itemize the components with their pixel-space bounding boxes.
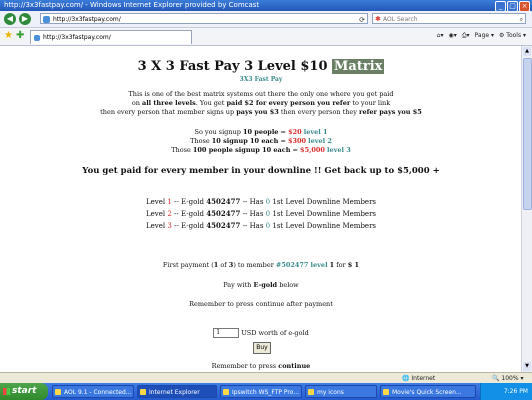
search-placeholder: AOL Search: [383, 16, 418, 23]
pay-with-line: Pay with E-gold below: [223, 281, 299, 289]
command-bar: ⌂▾ ◉▾ ⎙▾ Page ▾ ⚙ Tools ▾: [437, 31, 526, 41]
system-tray: 7:26 PM: [480, 383, 532, 400]
start-button[interactable]: start: [0, 383, 48, 400]
forward-button[interactable]: ▶: [19, 13, 31, 25]
address-toolbar: ◀ ▶ http://3x3fastpay.com/ ⟳ ✱ AOL Searc…: [0, 11, 532, 28]
movie-icon: [383, 389, 389, 395]
buy-button[interactable]: Buy: [253, 342, 271, 354]
taskbar-item-ie[interactable]: Internet Explorer: [137, 385, 217, 398]
windows-flag-icon: [3, 388, 10, 395]
search-input[interactable]: ✱ AOL Search ⌕: [372, 13, 526, 24]
taskbar-item-ftp[interactable]: Ipswitch WS_FTP Pro...: [220, 385, 302, 398]
ie-page-icon: [43, 16, 50, 23]
tab-toolbar: ★ ✚ http://3x3fastpay.com/ ⌂▾ ◉▾ ⎙▾ Page…: [0, 28, 532, 46]
scroll-down-icon[interactable]: ▼: [523, 362, 531, 371]
favorites-star-icon[interactable]: ★: [4, 31, 13, 41]
address-bar[interactable]: http://3x3fastpay.com/ ⟳: [40, 13, 368, 24]
taskbar: start AOL 9.1 - Connected... Internet Ex…: [0, 383, 532, 400]
intro-line-3: then every person that member signs up p…: [100, 108, 422, 116]
print-icon[interactable]: ⎙▾: [462, 31, 470, 41]
intro-line-2: on all three levels. You get paid $2 for…: [131, 99, 391, 107]
level-row-2: Level 2 -- E-gold 4502477 -- Has 0 1st L…: [145, 209, 377, 218]
amount-input[interactable]: 1: [213, 328, 240, 338]
page-menu[interactable]: Page ▾: [475, 31, 494, 41]
back-button[interactable]: ◀: [4, 13, 16, 25]
window-title: http://3x3fastpay.com/ - Windows Interne…: [4, 1, 260, 9]
tools-menu[interactable]: ⚙ Tools ▾: [499, 31, 526, 41]
refresh-icon[interactable]: ⟳: [359, 15, 365, 26]
signup-line-2: Those 10 signup 10 each = $300 level 2: [190, 137, 332, 145]
tab-3x3fastpay[interactable]: http://3x3fastpay.com/: [30, 30, 192, 44]
ftp-icon: [223, 389, 229, 395]
taskbar-item-movies[interactable]: Movie's Quick Screen...: [380, 385, 476, 398]
add-favorite-icon[interactable]: ✚: [16, 31, 24, 41]
search-go-icon[interactable]: ⌕: [520, 14, 523, 25]
ie-icon: [140, 389, 146, 395]
folder-icon: [308, 389, 314, 395]
scroll-thumb[interactable]: [523, 58, 532, 210]
level-row-1: Level 1 -- E-gold 4502477 -- Has 0 1st L…: [145, 197, 377, 206]
page-title: 3 X 3 Fast Pay 3 Level $10 Matrix: [137, 59, 385, 74]
intro-line-1: This is one of the best matrix systems o…: [128, 90, 394, 98]
page-subtitle: 3X3 Fast Pay: [239, 76, 283, 83]
ie-tab-icon: [34, 35, 40, 41]
feeds-icon[interactable]: ◉▾: [448, 31, 456, 41]
remember-line-1: Remember to press continue after payment: [189, 300, 333, 308]
usd-row: 1 USD worth of e-gold: [0, 328, 522, 338]
remember-line-2: Remember to press continue: [211, 362, 311, 370]
page-content: 3 X 3 Fast Pay 3 Level $10 Matrix 3X3 Fa…: [0, 46, 532, 372]
usd-label: USD worth of e-gold: [241, 329, 309, 337]
taskbar-item-aol[interactable]: AOL 9.1 - Connected...: [52, 385, 134, 398]
signup-line-3: Those 100 people signup 10 each = $5,000…: [171, 146, 351, 154]
tab-label: http://3x3fastpay.com/: [43, 34, 111, 41]
address-text: http://3x3fastpay.com/: [53, 16, 121, 23]
window-titlebar: http://3x3fastpay.com/ - Windows Interne…: [0, 0, 532, 12]
taskbar-item-myicons[interactable]: my icons: [305, 385, 377, 398]
paid-headline: You get paid for every member in your do…: [82, 166, 440, 176]
signup-line-1: So you signup 10 people = $20 level 1: [194, 128, 328, 136]
vertical-scrollbar[interactable]: ▲ ▼: [521, 46, 532, 372]
scroll-up-icon[interactable]: ▲: [523, 47, 531, 56]
level-row-3: Level 3 -- E-gold 4502477 -- Has 0 1st L…: [145, 221, 377, 230]
aol-search-icon: ✱: [375, 15, 381, 23]
home-icon[interactable]: ⌂▾: [437, 31, 444, 41]
clock[interactable]: 7:26 PM: [504, 388, 528, 395]
payment-line: First payment (1 of 3) to member #502477…: [162, 261, 360, 269]
aol-icon: [55, 389, 61, 395]
title-highlight: Matrix: [332, 59, 385, 74]
